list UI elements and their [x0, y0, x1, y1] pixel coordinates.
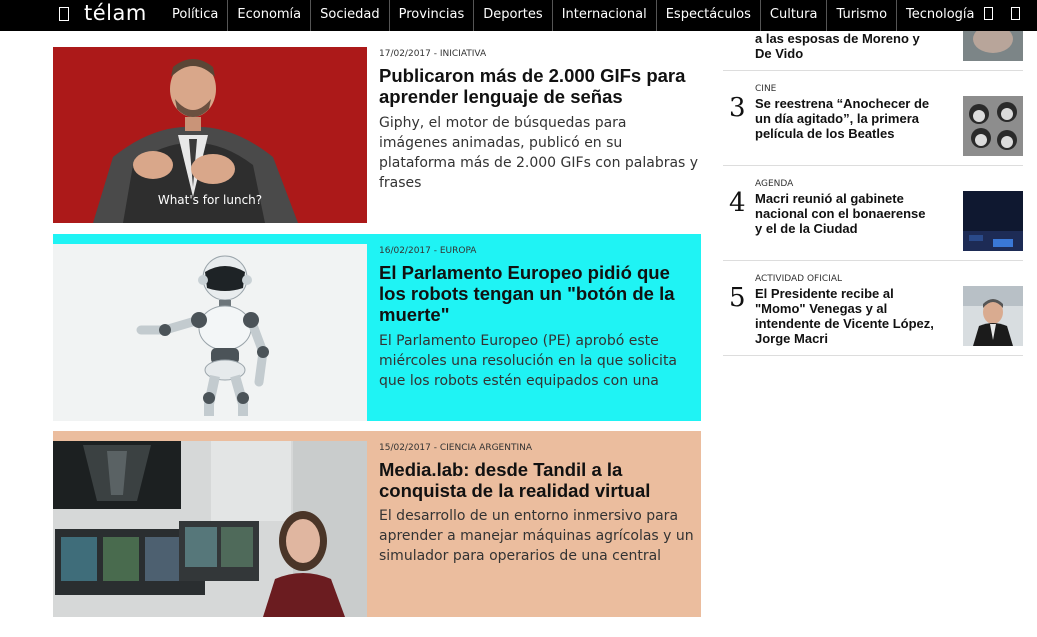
article-image[interactable] — [53, 244, 367, 421]
user-icon[interactable] — [984, 7, 993, 20]
article-card[interactable]: What's for lunch? 17/02/2017 - INICIATIV… — [53, 47, 701, 233]
sidebar-item-title[interactable]: a las esposas de Moreno y De Vido — [755, 31, 935, 61]
sidebar-item-rank: 4 — [729, 188, 746, 218]
article-image[interactable]: What's for lunch? — [53, 47, 367, 223]
nav-item-deportes[interactable]: Deportes — [474, 0, 553, 31]
article-image[interactable] — [53, 441, 367, 617]
sidebar-item-rank: 3 — [729, 93, 746, 123]
article-meta: 17/02/2017 - INICIATIVA — [379, 49, 487, 59]
sidebar-item-image[interactable] — [963, 286, 1023, 346]
sidebar-item-category: AGENDA — [755, 179, 794, 189]
article-summary: Giphy, el motor de búsquedas para imágen… — [379, 115, 699, 191]
site-logo[interactable]: télam — [84, 1, 147, 25]
article-headline[interactable]: El Parlamento Europeo pidió que los robo… — [379, 262, 699, 325]
menu-icon[interactable] — [59, 7, 69, 21]
sidebar-item-title[interactable]: Macri reunió al gabinete nacional con el… — [755, 191, 935, 236]
sidebar-item-category: CINE — [755, 84, 777, 94]
sidebar-item-title[interactable]: El Presidente recibe al "Momo" Venegas y… — [755, 286, 935, 346]
sidebar-item-title[interactable]: Se reestrena “Anochecer de un día agitad… — [755, 96, 935, 141]
nav-item-espectaculos[interactable]: Espectáculos — [657, 0, 761, 31]
nav-item-internacional[interactable]: Internacional — [553, 0, 657, 31]
nav-item-sociedad[interactable]: Sociedad — [311, 0, 390, 31]
sidebar-item[interactable]: a las esposas de Moreno y De Vido — [723, 31, 1023, 71]
search-icon[interactable] — [1011, 7, 1020, 20]
article-meta: 15/02/2017 - CIENCIA ARGENTINA — [379, 443, 532, 453]
nav-item-provincias[interactable]: Provincias — [390, 0, 475, 31]
section-menu: Política Economía Sociedad Provincias De… — [163, 0, 984, 31]
sidebar-item-rank: 5 — [729, 283, 746, 313]
top-navigation-bar: télam Política Economía Sociedad Provinc… — [0, 0, 1037, 31]
sidebar-item-image[interactable] — [963, 191, 1023, 251]
article-meta: 16/02/2017 - EUROPA — [379, 246, 477, 256]
nav-item-cultura[interactable]: Cultura — [761, 0, 828, 31]
nav-item-tecnologia[interactable]: Tecnología — [897, 0, 983, 31]
article-card[interactable]: 15/02/2017 - CIENCIA ARGENTINA Media.lab… — [53, 431, 701, 617]
sidebar-item[interactable]: 3 CINE Se reestrena “Anochecer de un día… — [723, 71, 1023, 166]
sidebar-item-image[interactable] — [963, 31, 1023, 61]
article-summary: El Parlamento Europeo (PE) aprobó este m… — [379, 333, 678, 389]
article-headline[interactable]: Media.lab: desde Tandil a la conquista d… — [379, 459, 699, 501]
nav-item-turismo[interactable]: Turismo — [827, 0, 898, 31]
nav-item-politica[interactable]: Política — [163, 0, 229, 31]
video-caption: What's for lunch? — [157, 193, 263, 207]
article-headline[interactable]: Publicaron más de 2.000 GIFs para aprend… — [379, 65, 699, 107]
sidebar-item-image[interactable] — [963, 96, 1023, 156]
nav-item-economia[interactable]: Economía — [228, 0, 312, 31]
article-summary: El desarrollo de un entorno inmersivo pa… — [379, 508, 694, 564]
article-card[interactable]: 16/02/2017 - EUROPA El Parlamento Europe… — [53, 234, 701, 421]
sidebar-item[interactable]: 5 ACTIVIDAD OFICIAL El Presidente recibe… — [723, 261, 1023, 356]
sidebar-item[interactable]: 4 AGENDA Macri reunió al gabinete nacion… — [723, 166, 1023, 261]
sidebar-item-category: ACTIVIDAD OFICIAL — [755, 274, 842, 284]
